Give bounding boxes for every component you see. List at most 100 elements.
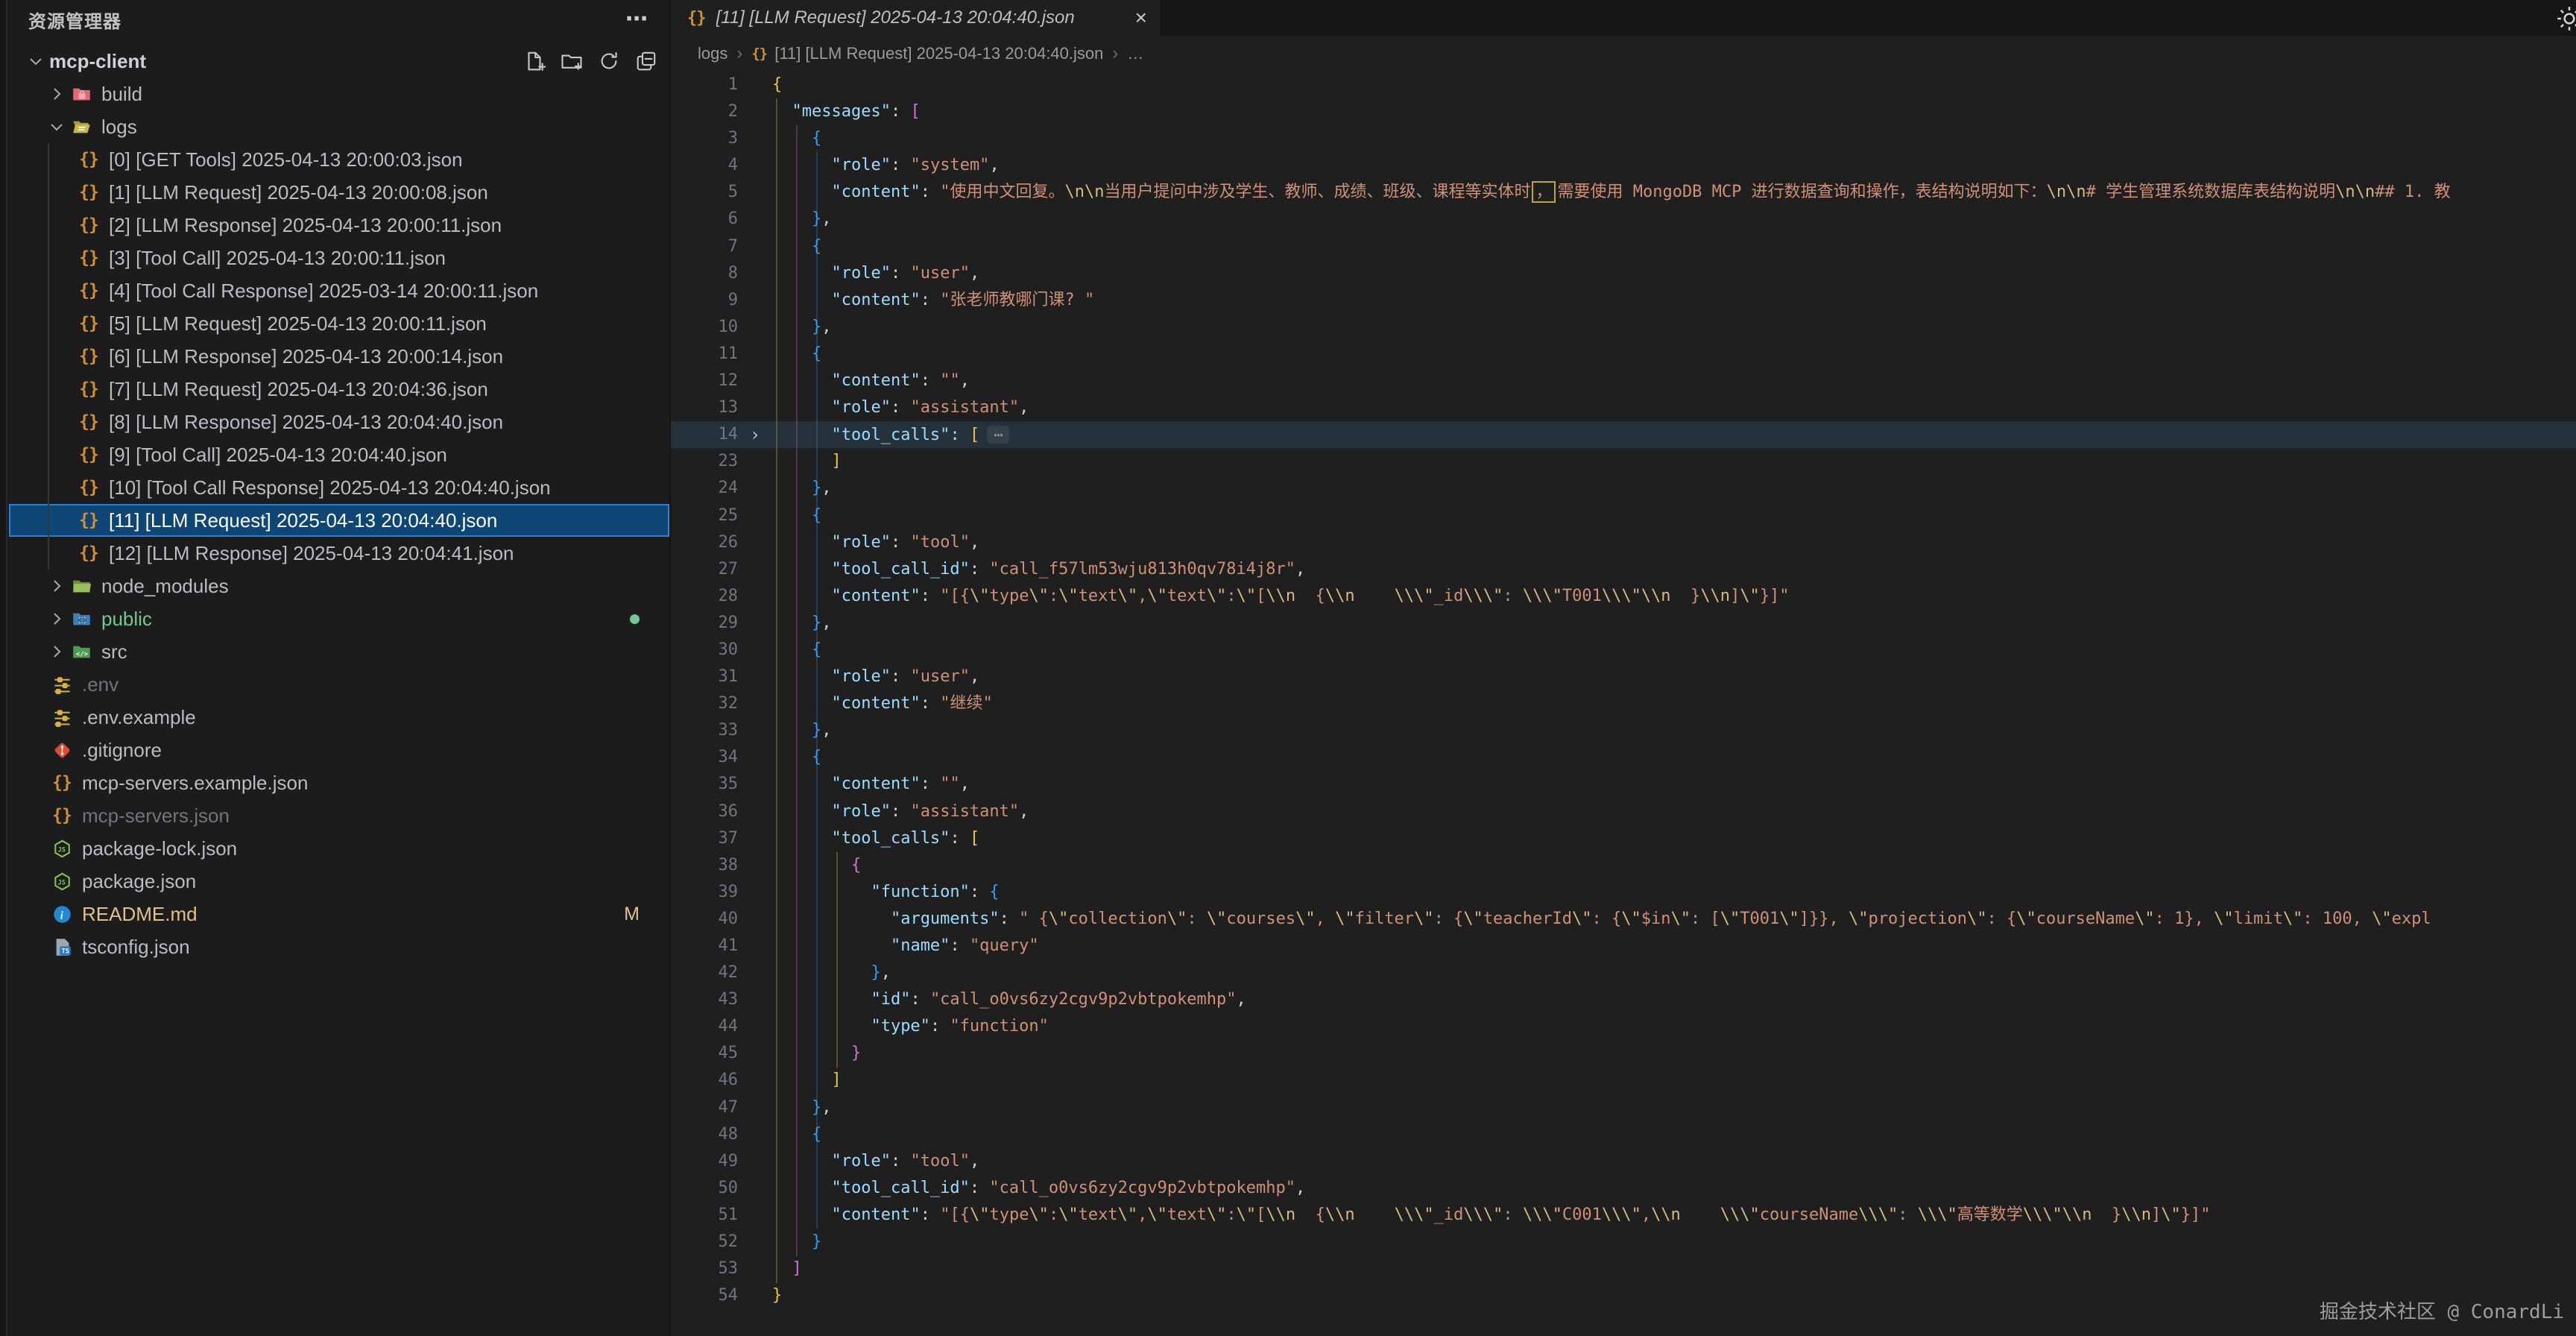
code-line[interactable]: 3 { bbox=[671, 125, 2576, 152]
code-line[interactable]: 13 "role": "assistant", bbox=[671, 394, 2576, 421]
tree-item[interactable]: {}[12] [LLM Response] 2025-04-13 20:04:4… bbox=[9, 537, 669, 570]
code-line[interactable]: 14› "tool_calls": [⋯ bbox=[671, 421, 2576, 448]
tree-item[interactable]: {}[10] [Tool Call Response] 2025-04-13 2… bbox=[9, 471, 669, 504]
code-line[interactable]: 45 } bbox=[671, 1040, 2576, 1067]
tree-item[interactable]: build bbox=[9, 78, 669, 110]
tree-indent-guide bbox=[48, 143, 49, 570]
tree-item[interactable]: mcp-client bbox=[9, 45, 669, 78]
code-line[interactable]: 32 "content": "继续" bbox=[671, 690, 2576, 717]
code-line[interactable]: 47 }, bbox=[671, 1094, 2576, 1121]
close-icon[interactable]: × bbox=[1135, 7, 1147, 28]
more-actions-icon[interactable]: ⋯ bbox=[625, 8, 648, 31]
tree-item[interactable]: </>src bbox=[9, 635, 669, 668]
fold-chevron-icon[interactable]: › bbox=[738, 421, 772, 448]
tree-item[interactable]: {}[7] [LLM Request] 2025-04-13 20:04:36.… bbox=[9, 373, 669, 406]
code-line[interactable]: 43 "id": "call_o0vs6zy2cgv9p2vbtpokemhp"… bbox=[671, 986, 2576, 1013]
code-line[interactable]: 8 "role": "user", bbox=[671, 260, 2576, 287]
code-line[interactable]: 1{ bbox=[671, 72, 2576, 98]
breadcrumb-segment[interactable]: {}[11] [LLM Request] 2025-04-13 20:04:40… bbox=[751, 44, 1103, 63]
code-line[interactable]: 10 }, bbox=[671, 314, 2576, 341]
code-line[interactable]: 4 "role": "system", bbox=[671, 152, 2576, 179]
code-line[interactable]: 42 }, bbox=[671, 960, 2576, 986]
code-editor[interactable]: 1{2 "messages": [3 {4 "role": "system",5… bbox=[671, 72, 2576, 1336]
tree-item[interactable]: {}[11] [LLM Request] 2025-04-13 20:04:40… bbox=[9, 504, 669, 537]
code-line[interactable]: 2 "messages": [ bbox=[671, 98, 2576, 125]
new-folder-button[interactable] bbox=[559, 48, 584, 74]
code-line[interactable]: 6 }, bbox=[671, 206, 2576, 233]
chevron-right-icon[interactable] bbox=[46, 84, 67, 104]
refresh-explorer-button[interactable] bbox=[596, 48, 622, 74]
tree-item[interactable]: {}[6] [LLM Response] 2025-04-13 20:00:14… bbox=[9, 340, 669, 373]
tree-item[interactable]: {}mcp-servers.json bbox=[9, 799, 669, 832]
tree-item[interactable]: TStsconfig.json bbox=[9, 930, 669, 963]
settings-gear-icon[interactable] bbox=[2555, 4, 2576, 33]
code-line[interactable]: 40 "arguments": " {\"collection\": \"cou… bbox=[671, 906, 2576, 933]
tree-item[interactable]: {}[8] [LLM Response] 2025-04-13 20:04:40… bbox=[9, 406, 669, 438]
code-line[interactable]: 41 "name": "query" bbox=[671, 933, 2576, 960]
code-line[interactable]: 50 "tool_call_id": "call_o0vs6zy2cgv9p2v… bbox=[671, 1175, 2576, 1202]
code-line[interactable]: 28 "content": "[{\"type\":\"text\",\"tex… bbox=[671, 583, 2576, 610]
code-line[interactable]: 36 "role": "assistant", bbox=[671, 798, 2576, 825]
code-line[interactable]: 51 "content": "[{\"type\":\"text\",\"tex… bbox=[671, 1202, 2576, 1229]
folded-region-ellipsis[interactable]: ⋯ bbox=[987, 426, 1009, 444]
tree-item[interactable]: {}[1] [LLM Request] 2025-04-13 20:00:08.… bbox=[9, 176, 669, 209]
code-line[interactable]: 23 ] bbox=[671, 448, 2576, 475]
code-line[interactable]: 35 "content": "", bbox=[671, 771, 2576, 798]
code-line[interactable]: 12 "content": "", bbox=[671, 368, 2576, 394]
code-line[interactable]: 33 }, bbox=[671, 717, 2576, 744]
collapse-folders-button[interactable] bbox=[634, 48, 659, 74]
chevron-right-icon[interactable] bbox=[46, 641, 67, 662]
tree-item[interactable]: {}[0] [GET Tools] 2025-04-13 20:00:03.js… bbox=[9, 143, 669, 176]
tree-item[interactable]: {}[3] [Tool Call] 2025-04-13 20:00:11.js… bbox=[9, 242, 669, 274]
tree-item[interactable]: {}mcp-servers.example.json bbox=[9, 766, 669, 799]
code-line[interactable]: 46 ] bbox=[671, 1067, 2576, 1094]
breadcrumb-segment[interactable]: … bbox=[1127, 44, 1143, 63]
chevron-right-icon[interactable] bbox=[46, 576, 67, 596]
tree-item[interactable]: JSpackage-lock.json bbox=[9, 832, 669, 865]
code-line[interactable]: 37 "tool_calls": [ bbox=[671, 825, 2576, 852]
line-number: 40 bbox=[671, 906, 738, 933]
code-line[interactable]: 25 { bbox=[671, 502, 2576, 529]
code-line[interactable]: 34 { bbox=[671, 744, 2576, 771]
tree-item[interactable]: .gitignore bbox=[9, 734, 669, 766]
tree-item[interactable]: .env.example bbox=[9, 701, 669, 734]
code-line[interactable]: 44 "type": "function" bbox=[671, 1013, 2576, 1040]
code-line[interactable]: 48 { bbox=[671, 1121, 2576, 1148]
tree-item-label: src bbox=[101, 640, 127, 664]
tab-llm-request-json[interactable]: {} [11] [LLM Request] 2025-04-13 20:04:4… bbox=[671, 0, 1161, 36]
code-line[interactable]: 49 "role": "tool", bbox=[671, 1148, 2576, 1175]
code-line[interactable]: 30 { bbox=[671, 637, 2576, 664]
tree-item[interactable]: {}[4] [Tool Call Response] 2025-03-14 20… bbox=[9, 274, 669, 307]
breadcrumb-segment[interactable]: logs bbox=[698, 44, 727, 63]
code-line[interactable]: 11 { bbox=[671, 341, 2576, 368]
code-line[interactable]: 9 "content": "张老师教哪门课? " bbox=[671, 287, 2576, 314]
code-line[interactable]: 7 { bbox=[671, 233, 2576, 260]
tree-item[interactable]: {}[2] [LLM Response] 2025-04-13 20:00:11… bbox=[9, 209, 669, 242]
code-line[interactable]: 29 }, bbox=[671, 610, 2576, 637]
code-line[interactable]: 5 "content": "使用中文回复。\n\n当用户提问中涉及学生、教师、成… bbox=[671, 179, 2576, 206]
code-line[interactable]: 26 "role": "tool", bbox=[671, 529, 2576, 556]
tree-item[interactable]: logs bbox=[9, 110, 669, 143]
tree-item[interactable]: JSpackage.json bbox=[9, 865, 669, 898]
tree-item[interactable]: {}[9] [Tool Call] 2025-04-13 20:04:40.js… bbox=[9, 438, 669, 471]
code-line[interactable]: 52 } bbox=[671, 1229, 2576, 1255]
code-line[interactable]: 27 "tool_call_id": "call_f57lm53wju813h0… bbox=[671, 556, 2576, 583]
tree-item[interactable]: public bbox=[9, 602, 669, 635]
code-line[interactable]: 31 "role": "user", bbox=[671, 664, 2576, 690]
code-line[interactable]: 54} bbox=[671, 1282, 2576, 1309]
tree-item[interactable]: .env bbox=[9, 668, 669, 701]
chevron-down-icon[interactable] bbox=[46, 116, 67, 137]
chevron-right-icon[interactable] bbox=[46, 608, 67, 629]
chevron-down-icon[interactable] bbox=[25, 51, 46, 72]
code-line[interactable]: 38 { bbox=[671, 852, 2576, 879]
tree-item[interactable]: iREADME.mdM bbox=[9, 898, 669, 930]
new-file-button[interactable] bbox=[522, 48, 547, 74]
code-line[interactable]: 24 }, bbox=[671, 475, 2576, 502]
tree-item[interactable]: node_modules bbox=[9, 570, 669, 602]
code-line[interactable]: 39 "function": { bbox=[671, 879, 2576, 906]
code-line-content: { bbox=[772, 72, 2576, 98]
fold-gutter bbox=[738, 879, 772, 906]
code-line[interactable]: 53 ] bbox=[671, 1255, 2576, 1282]
fold-gutter bbox=[738, 610, 772, 637]
tree-item[interactable]: {}[5] [LLM Request] 2025-04-13 20:00:11.… bbox=[9, 307, 669, 340]
